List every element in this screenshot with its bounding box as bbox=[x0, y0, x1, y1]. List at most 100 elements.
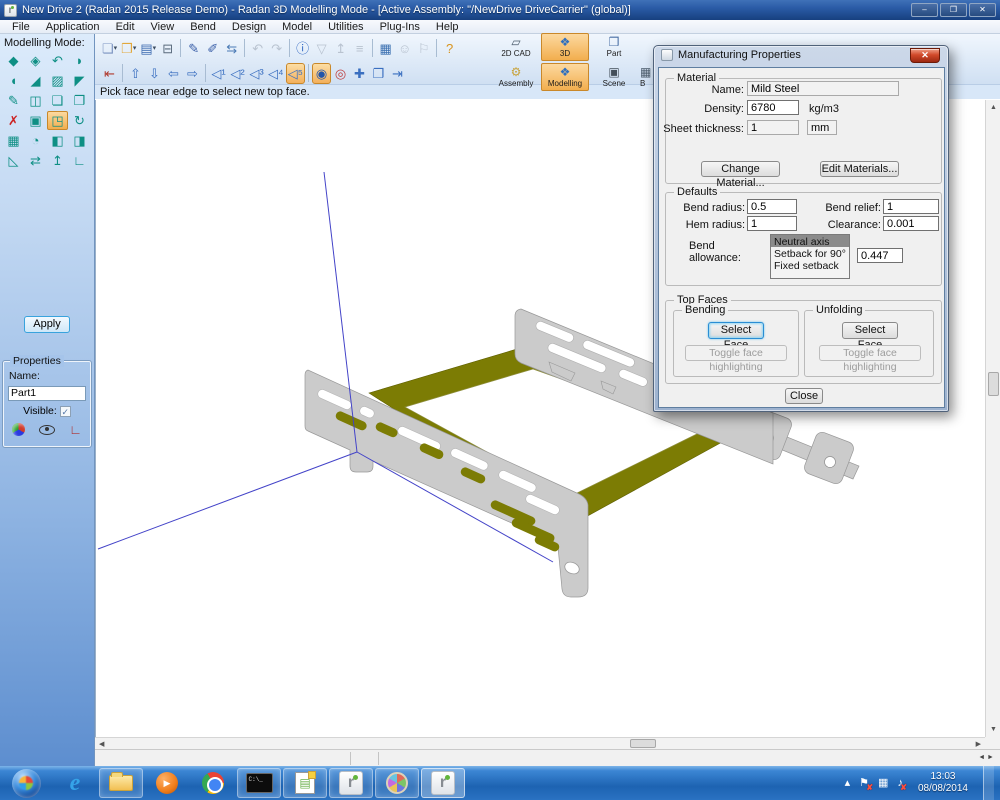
density-field[interactable] bbox=[747, 100, 799, 115]
radan-active-icon[interactable]: r bbox=[421, 768, 465, 798]
nudge-left-icon[interactable]: ⇦ bbox=[164, 63, 183, 84]
sep[interactable] bbox=[433, 38, 440, 59]
sep[interactable] bbox=[241, 38, 248, 59]
paint-icon[interactable] bbox=[375, 768, 419, 798]
visible-checkbox[interactable]: ✓ bbox=[60, 406, 71, 417]
mode-bend-partial[interactable]: ▦ B bbox=[639, 63, 653, 91]
menu-help[interactable]: Help bbox=[428, 21, 467, 33]
export-view-icon[interactable]: ⇥ bbox=[388, 63, 407, 84]
clearance-field[interactable] bbox=[883, 216, 939, 231]
mode-part[interactable]: ❒ Part bbox=[590, 33, 638, 61]
allowance-option-setback-90[interactable]: Setback for 90° bbox=[771, 247, 849, 259]
menu-edit[interactable]: Edit bbox=[108, 21, 143, 33]
sheet-thickness-field[interactable] bbox=[747, 120, 799, 135]
sep[interactable] bbox=[369, 38, 376, 59]
pick-icon[interactable]: ✐ bbox=[203, 38, 222, 59]
allowance-value-field[interactable] bbox=[857, 248, 903, 263]
redo-icon[interactable]: ↷ bbox=[267, 38, 286, 59]
chrome-icon[interactable] bbox=[191, 768, 235, 798]
status-nav-arrows[interactable]: ◄ ► bbox=[978, 754, 994, 761]
list-icon[interactable]: ≡ bbox=[350, 38, 369, 59]
sep[interactable] bbox=[305, 63, 312, 84]
target-icon[interactable]: ◎ bbox=[331, 63, 350, 84]
menu-view[interactable]: View bbox=[143, 21, 183, 33]
modelling-tool-22-icon[interactable]: ⇄ bbox=[25, 151, 46, 170]
modelling-tool-18-icon[interactable]: ◔ bbox=[25, 131, 46, 150]
info-icon[interactable]: ⓘ bbox=[293, 38, 312, 59]
menu-utilities[interactable]: Utilities bbox=[320, 21, 371, 33]
modelling-tool-15-icon[interactable]: ◳ bbox=[47, 111, 68, 130]
view-2-icon[interactable]: ◁² bbox=[228, 63, 247, 84]
mode-2d-cad[interactable]: ▱ 2D CAD bbox=[492, 33, 540, 61]
change-material-button[interactable]: Change Material... bbox=[701, 161, 780, 177]
nudge-up-icon[interactable]: ⇧ bbox=[126, 63, 145, 84]
nudge-down-icon[interactable]: ⇩ bbox=[145, 63, 164, 84]
modelling-tool-9-icon[interactable]: ✎ bbox=[3, 91, 24, 110]
eye-visibility-icon[interactable] bbox=[39, 425, 55, 435]
mode-3d[interactable]: ❖ 3D bbox=[541, 33, 589, 61]
axis-icon[interactable]: ∟ bbox=[69, 423, 82, 436]
menu-plugins[interactable]: Plug-Ins bbox=[372, 21, 428, 33]
pan-icon[interactable]: ✚ bbox=[350, 63, 369, 84]
modelling-tool-2-icon[interactable]: ◈ bbox=[25, 51, 46, 70]
modelling-tool-3-icon[interactable]: ↶ bbox=[47, 51, 68, 70]
modelling-tool-12-icon[interactable]: ❐ bbox=[69, 91, 90, 110]
copy-view-icon[interactable]: ❐ bbox=[369, 63, 388, 84]
unfolding-select-face-button[interactable]: Select Face bbox=[842, 322, 898, 339]
modelling-tool-16-icon[interactable]: ↻ bbox=[69, 111, 90, 130]
menu-file[interactable]: File bbox=[4, 21, 38, 33]
action-center-icon[interactable]: ⚑ bbox=[859, 778, 869, 789]
modelling-tool-19-icon[interactable]: ◧ bbox=[47, 131, 68, 150]
modelling-tool-23-icon[interactable]: ↥ bbox=[47, 151, 68, 170]
show-hidden-icons[interactable]: ▴ bbox=[845, 778, 851, 789]
undo-icon[interactable]: ↶ bbox=[248, 38, 267, 59]
hem-radius-field[interactable] bbox=[747, 216, 797, 231]
mode-modelling[interactable]: ❖ Modelling bbox=[541, 63, 589, 91]
show-desktop-button[interactable] bbox=[983, 766, 994, 800]
dialog-close-icon[interactable]: ✕ bbox=[910, 48, 940, 63]
modelling-tool-13-icon[interactable]: ✗ bbox=[3, 111, 24, 130]
view-4-icon[interactable]: ◁⁴ bbox=[266, 63, 286, 84]
minimize-button[interactable]: – bbox=[911, 3, 938, 17]
exit-mode-icon[interactable]: ⇤ bbox=[100, 63, 119, 84]
allowance-option-neutral-axis[interactable]: Neutral axis bbox=[771, 235, 849, 247]
sep[interactable] bbox=[177, 38, 184, 59]
modelling-tool-24-icon[interactable]: ∟ bbox=[69, 151, 90, 170]
help-icon[interactable]: ? bbox=[440, 38, 459, 59]
view-1-icon[interactable]: ◁¹ bbox=[209, 63, 228, 84]
new-icon[interactable]: ❏▾ bbox=[100, 38, 119, 59]
open-icon[interactable]: ❒▾ bbox=[119, 38, 138, 59]
ie-icon[interactable]: e bbox=[53, 768, 97, 798]
save-icon[interactable]: ▤▾ bbox=[138, 38, 158, 59]
radan-icon[interactable]: r bbox=[329, 768, 373, 798]
volume-muted-icon[interactable]: ♪ bbox=[897, 778, 903, 789]
network-icon[interactable]: ▦ bbox=[878, 778, 888, 789]
horizontal-scroll-thumb[interactable] bbox=[630, 739, 656, 748]
export-sheet-icon[interactable]: ▦ bbox=[376, 38, 395, 59]
modelling-tool-10-icon[interactable]: ◫ bbox=[25, 91, 46, 110]
nudge-right-icon[interactable]: ⇨ bbox=[183, 63, 202, 84]
vertical-scrollbar[interactable]: ▲ ▼ bbox=[985, 100, 1000, 737]
user-icon[interactable]: ☺ bbox=[395, 38, 414, 59]
scroll-down-icon[interactable]: ▼ bbox=[990, 726, 997, 733]
menu-design[interactable]: Design bbox=[224, 21, 274, 33]
mode-assembly[interactable]: ⚙ Assembly bbox=[492, 63, 540, 91]
sep[interactable] bbox=[286, 38, 293, 59]
material-name-field[interactable] bbox=[747, 81, 899, 96]
menu-application[interactable]: Application bbox=[38, 21, 108, 33]
horizontal-scrollbar[interactable]: ◀ ▶ bbox=[95, 737, 985, 749]
bend-relief-field[interactable] bbox=[883, 199, 939, 214]
modelling-tool-21-icon[interactable]: ◺ bbox=[3, 151, 24, 170]
view-3-icon[interactable]: ◁³ bbox=[247, 63, 266, 84]
modelling-tool-7-icon[interactable]: ▨ bbox=[47, 71, 68, 90]
bending-toggle-highlight-button[interactable]: Toggle face highlighting bbox=[685, 345, 787, 361]
modelling-tool-17-icon[interactable]: ▦ bbox=[3, 131, 24, 150]
bend-radius-field[interactable] bbox=[747, 199, 797, 214]
start-button[interactable] bbox=[1, 768, 51, 798]
manufacturing-properties-dialog[interactable]: Manufacturing Properties ✕ Material Name… bbox=[653, 45, 949, 412]
explorer-icon[interactable] bbox=[99, 768, 143, 798]
modelling-tool-4-icon[interactable]: ◗ bbox=[69, 51, 90, 70]
edit-materials-button[interactable]: Edit Materials... bbox=[820, 161, 899, 177]
edit-pencil-icon[interactable]: ✎ bbox=[184, 38, 203, 59]
modelling-tool-8-icon[interactable]: ◤ bbox=[69, 71, 90, 90]
